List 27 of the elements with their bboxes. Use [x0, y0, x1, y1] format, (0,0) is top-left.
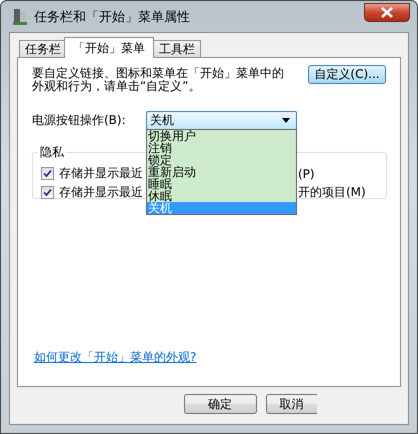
checkbox-label: 开的项目(M) — [298, 184, 366, 201]
dropdown-option[interactable]: 锁定 — [147, 154, 296, 166]
help-link[interactable]: 如何更改「开始」菜单的外观? — [34, 349, 387, 366]
customize-button[interactable]: 自定义(C)... — [308, 65, 386, 84]
power-action-dropdown[interactable]: 关机 — [146, 111, 297, 130]
checkbox[interactable] — [41, 186, 54, 199]
dialog-button[interactable]: 确定 — [184, 394, 256, 414]
checkbox-label: 存储并显示最近 — [59, 165, 143, 182]
dropdown-option[interactable]: 睡眠 — [147, 178, 296, 190]
window-title: 任务栏和「开始」菜单属性 — [34, 8, 190, 26]
dropdown-option[interactable]: 注销 — [147, 142, 296, 154]
dropdown-option[interactable]: 重新启动 — [147, 166, 296, 178]
dropdown-option[interactable]: 切换用户 — [147, 130, 296, 142]
power-button-label: 电源按钮操作(B): — [32, 112, 127, 129]
computer-icon — [12, 8, 28, 26]
checkbox-label: 存储并显示最近 — [59, 184, 143, 201]
dialog-button[interactable]: 取消 — [266, 394, 316, 414]
checkbox[interactable] — [41, 167, 54, 180]
close-icon — [381, 7, 393, 18]
description-text: 要自定义链接、图标和菜单在「开始」菜单中的外观和行为，请单击“自定义”。 — [32, 67, 285, 93]
checkbox-label: (P) — [298, 166, 315, 180]
dropdown-option[interactable]: 休眠 — [147, 190, 296, 202]
dropdown-arrow-icon — [282, 118, 290, 123]
close-button[interactable] — [364, 3, 410, 22]
group-title: 隐私 — [39, 144, 65, 161]
tab[interactable]: 工具栏 — [153, 40, 201, 58]
tab[interactable]: 「开始」菜单 — [64, 37, 154, 58]
